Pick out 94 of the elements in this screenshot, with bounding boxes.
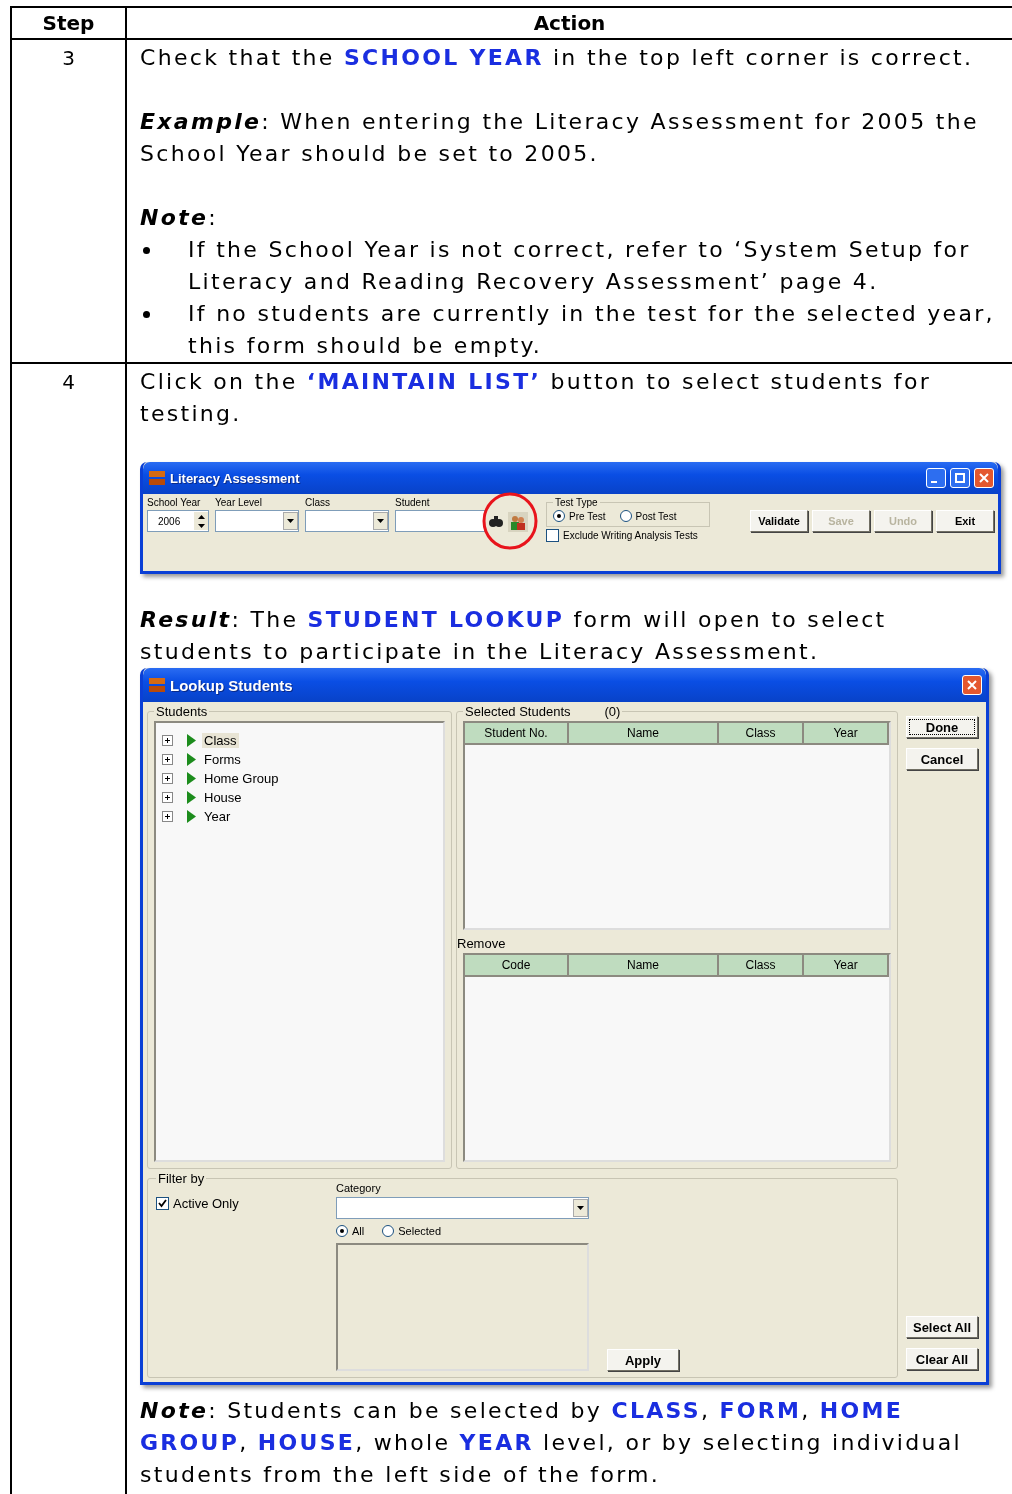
radio-label: Pre Test	[569, 510, 606, 522]
step-number: 4	[12, 364, 127, 1494]
step-number: 3	[12, 40, 127, 362]
app-icon	[148, 677, 166, 693]
bullet-icon	[143, 311, 150, 318]
tree-item[interactable]: Home Group	[202, 771, 281, 786]
bullet-text: If the School Year is not correct, refer to ‘System Setup for Literacy and Reading Recovery Assessment’ page 4.	[188, 236, 972, 296]
dropdown-field[interactable]	[305, 510, 389, 532]
radio-button[interactable]	[619, 510, 632, 522]
checkmark-icon	[158, 1199, 167, 1208]
highlight-circle	[482, 492, 538, 550]
group-label: Students	[155, 704, 209, 719]
column-header[interactable]: Year	[804, 723, 889, 745]
toolbar-button[interactable]: Validate	[750, 510, 808, 532]
checkbox[interactable]	[546, 529, 559, 542]
field-label: Year Level	[215, 497, 263, 508]
expand-icon[interactable]	[162, 754, 173, 765]
close-button[interactable]	[974, 468, 994, 488]
radio-button[interactable]	[553, 510, 565, 522]
paragraph: Example: When entering the Literacy Assessment for 2005 the School Year should be set to 2005.	[140, 108, 980, 168]
column-header[interactable]: Name	[569, 955, 719, 977]
dropdown-field[interactable]	[336, 1197, 589, 1219]
radio-label: Post Test	[635, 510, 677, 522]
dropdown-arrow-icon	[577, 1206, 584, 1210]
dropdown-field[interactable]	[215, 510, 299, 532]
triangle-icon	[187, 791, 196, 804]
field-label: Class	[305, 497, 331, 508]
maximize-icon	[955, 473, 965, 483]
group-label: Filter by	[157, 1171, 206, 1186]
column-header[interactable]: Class	[719, 955, 804, 977]
paragraph: Note: Students can be selected by CLASS, FORM, HOME GROUP, HOUSE, whole YEAR level, or by selecting individual students from the left side of the form.	[140, 1397, 963, 1489]
tree-item[interactable]: House	[202, 790, 244, 805]
triangle-icon	[187, 810, 196, 823]
column-header[interactable]: Code	[465, 955, 569, 977]
radio-dot-icon	[340, 1229, 344, 1233]
window-title: Lookup Students	[170, 676, 294, 694]
tree-item[interactable]: Forms	[202, 752, 243, 767]
paragraph: Result: The STUDENT LOOKUP form will open to select students to participate in the Literacy Assessment.	[140, 606, 888, 666]
triangle-icon	[187, 734, 196, 747]
checkbox-label: Exclude Writing Analysis Tests	[563, 530, 698, 541]
column-header[interactable]: Student No.	[465, 723, 569, 745]
dialog-button[interactable]: Cancel	[906, 748, 978, 770]
expand-icon[interactable]	[162, 735, 173, 746]
triangle-icon	[187, 772, 196, 785]
checkbox[interactable]	[156, 1197, 169, 1210]
group-label: Test Type	[554, 497, 599, 508]
group-label: Selected Students	[465, 704, 571, 719]
down-arrow-icon[interactable]	[197, 523, 205, 528]
close-icon	[979, 473, 989, 483]
radio-label: All	[352, 1225, 365, 1237]
minimize-icon	[931, 481, 937, 483]
tree-item[interactable]: Class	[202, 733, 239, 748]
close-button[interactable]	[962, 675, 982, 695]
toolbar-button[interactable]: Exit	[936, 510, 994, 532]
triangle-icon	[187, 753, 196, 766]
column-header[interactable]: Name	[569, 723, 719, 745]
app-icon	[148, 470, 166, 486]
checkbox-label: Active Only	[173, 1196, 239, 1211]
field-label: Category	[336, 1182, 382, 1194]
section-label: Remove	[457, 936, 507, 951]
tree-item[interactable]: Year	[202, 809, 233, 824]
window-title: Literacy Assessment	[170, 470, 301, 486]
dropdown-arrow-icon	[377, 519, 384, 523]
column-header[interactable]: Year	[804, 955, 889, 977]
spinner-field[interactable]: 2006	[147, 510, 209, 532]
column-header: Step	[12, 8, 127, 38]
radio-dot-icon	[557, 514, 561, 518]
up-arrow-icon[interactable]	[197, 514, 205, 519]
dialog-button[interactable]: Clear All	[906, 1348, 978, 1370]
bullet-icon	[143, 247, 150, 254]
paragraph: Check that the SCHOOL YEAR in the top left corner is correct.	[140, 44, 975, 72]
column-header[interactable]: Class	[719, 723, 804, 745]
radio-button[interactable]	[382, 1225, 395, 1237]
expand-icon[interactable]	[162, 811, 173, 822]
paragraph: Click on the ‘MAINTAIN LIST’ button to select students for testing.	[140, 368, 932, 428]
bullet-text: If no students are currently in the test for the selected year, this form should be empty.	[188, 300, 996, 360]
expand-icon[interactable]	[162, 792, 173, 803]
text-field[interactable]	[395, 510, 485, 532]
people-icon[interactable]	[508, 512, 528, 532]
expand-icon[interactable]	[162, 773, 173, 784]
radio-label: Selected	[398, 1225, 442, 1237]
maximize-button[interactable]	[950, 468, 970, 488]
apply-button[interactable]: Apply	[607, 1349, 679, 1371]
dialog-button[interactable]: Select All	[906, 1316, 978, 1338]
column-header: Action	[127, 8, 1012, 38]
paragraph: Note:	[140, 204, 219, 232]
field-label: School Year	[147, 497, 202, 508]
dialog-button[interactable]: Done	[906, 716, 978, 738]
radio-button[interactable]	[336, 1225, 348, 1237]
count-label: (0)	[604, 704, 621, 719]
close-icon	[967, 680, 977, 690]
field-label: Student	[395, 497, 431, 508]
dropdown-arrow-icon	[287, 519, 294, 523]
minimize-button[interactable]	[926, 468, 946, 488]
